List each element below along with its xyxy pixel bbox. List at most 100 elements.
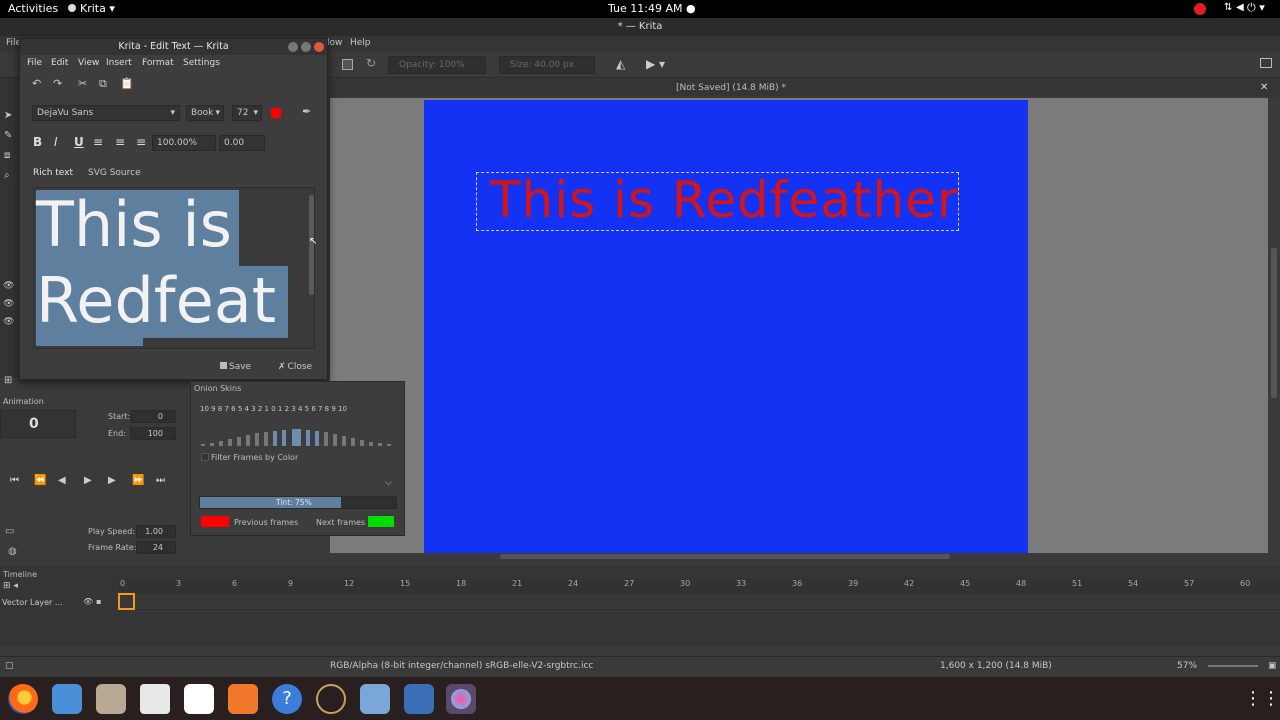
filter-checkbox[interactable] [201, 453, 209, 461]
mirror-vertical-icon[interactable]: ▶ ▾ [646, 57, 665, 71]
opacity-slider[interactable]: Opacity: 100% [388, 56, 486, 74]
minimize-icon[interactable] [288, 42, 298, 52]
onion-opacity-bars[interactable] [199, 422, 397, 446]
timeline-layer-row[interactable] [118, 593, 1280, 610]
first-frame-icon[interactable]: ⏮ [10, 475, 19, 486]
dialog-menu-file[interactable]: File [27, 58, 42, 68]
app-menu[interactable]: Krita ▾ [68, 2, 115, 15]
reload-preset-icon[interactable]: ↻ [366, 56, 376, 70]
document-tab[interactable]: [Not Saved] (14.8 MiB) * ✕ [330, 79, 1280, 97]
layer-visibility-icon[interactable]: 👁 [83, 597, 93, 606]
krita-dock-icon[interactable] [446, 684, 476, 714]
next-keyframe-icon[interactable]: ⏩ [132, 475, 144, 486]
crop-tool-icon[interactable]: ⧈ [4, 150, 10, 161]
dialog-menu-insert[interactable]: Insert [106, 58, 132, 68]
rhythmbox-icon[interactable] [140, 684, 170, 714]
libreoffice-writer-icon[interactable] [184, 684, 214, 714]
align-right-icon[interactable]: ≡ [136, 135, 146, 149]
tab-rich-text[interactable]: Rich text [33, 168, 73, 178]
workspace-icon[interactable] [1260, 58, 1272, 68]
cut-icon[interactable]: ✂ [78, 77, 87, 90]
rich-text-editor[interactable]: This is Redfeat [33, 187, 315, 349]
image-editor-icon[interactable] [360, 684, 390, 714]
clock[interactable]: Tue 11:49 AM ● [608, 2, 696, 15]
help-icon[interactable]: ? [272, 684, 302, 714]
zoom-tool-icon[interactable]: ⌕ [4, 170, 10, 181]
canvas-text-shape[interactable]: This is Redfeather [490, 171, 959, 229]
copy-icon[interactable]: ⧉ [99, 77, 107, 91]
last-frame-icon[interactable]: ⏭ [156, 475, 165, 486]
start-frame-spinbox[interactable]: 0 [130, 410, 176, 423]
underline-button[interactable]: U [74, 135, 84, 149]
software-center-icon[interactable] [228, 684, 258, 714]
files-icon[interactable] [96, 684, 126, 714]
canvas[interactable] [424, 100, 1028, 553]
dialog-menu-view[interactable]: View [78, 58, 99, 68]
line-height-spinbox[interactable]: 100.00% [152, 135, 216, 151]
next-frames-color-swatch[interactable] [368, 516, 394, 527]
add-layer-icon[interactable]: ⊞ ◂ [3, 581, 18, 591]
transfer-app-icon[interactable] [404, 684, 434, 714]
bold-button[interactable]: B [33, 135, 42, 149]
dialog-menu-format[interactable]: Format [142, 58, 174, 68]
italic-button[interactable]: I [54, 135, 58, 149]
letter-spacing-spinbox[interactable]: 0.00 [219, 135, 265, 151]
maximize-icon[interactable] [301, 42, 311, 52]
mirror-horizontal-icon[interactable]: ◭ [616, 57, 625, 71]
editor-scrollbar[interactable] [308, 187, 316, 349]
font-style-select[interactable]: Book ▾ [186, 105, 224, 121]
tab-svg-source[interactable]: SVG Source [88, 168, 141, 178]
zoom-level[interactable]: 57% [1177, 661, 1197, 671]
resize-grip-icon[interactable]: ▣ [1268, 661, 1277, 671]
eyedropper-icon[interactable]: ✒ [302, 105, 311, 118]
layer-visibility-icon[interactable]: 👁 [3, 317, 14, 327]
firefox-icon[interactable] [8, 684, 38, 714]
play-icon[interactable]: ▶ [84, 475, 92, 486]
onion-skin-icon[interactable]: ◍ [8, 546, 17, 557]
layer-visibility-icon[interactable]: 👁 [3, 299, 14, 309]
close-button[interactable]: ✗ Close [278, 362, 312, 372]
show-applications-icon[interactable]: ⋮⋮ [1244, 684, 1280, 714]
save-button[interactable]: Save [220, 362, 251, 372]
undo-icon[interactable]: ↶ [32, 77, 41, 90]
select-tool-icon[interactable]: ➤ [4, 110, 12, 121]
drop-frames-icon[interactable]: ▭ [5, 526, 14, 537]
current-frame-marker[interactable] [118, 593, 135, 610]
volume-icon[interactable]: ◀ [1236, 2, 1244, 13]
close-icon[interactable] [314, 42, 324, 52]
current-frame-spinbox[interactable]: 0 [0, 410, 76, 438]
font-family-select[interactable]: DejaVu Sans ▾ [32, 105, 180, 121]
layer-visibility-icon[interactable]: 👁 [3, 281, 14, 291]
frame-rate-spinbox[interactable]: 24 [136, 541, 176, 554]
timeline-layer-name[interactable]: Vector Layer ... [2, 598, 63, 607]
add-layer-icon[interactable]: ⊞ [4, 375, 12, 386]
filter-expand-icon[interactable]: ⌵ [385, 478, 392, 488]
menu-window[interactable]: low [327, 38, 342, 48]
redo-icon[interactable]: ↷ [53, 77, 62, 90]
tint-slider[interactable]: Tint: 75% [199, 496, 397, 509]
network-icon[interactable]: ⇅ [1224, 2, 1232, 13]
layer-lock-icon[interactable]: ▪ [96, 597, 101, 606]
zoom-slider[interactable] [1208, 665, 1258, 667]
paste-icon[interactable]: 📋 [120, 77, 134, 90]
size-slider[interactable]: Size: 40.00 px [499, 56, 595, 74]
dialog-menu-edit[interactable]: Edit [51, 58, 68, 68]
crosshair-app-icon[interactable] [316, 684, 346, 714]
menu-help[interactable]: Help [350, 38, 371, 48]
previous-frames-color-swatch[interactable] [201, 516, 229, 527]
previous-keyframe-icon[interactable]: ⏪ [34, 475, 46, 486]
play-speed-spinbox[interactable]: 1.00 [136, 525, 176, 538]
brush-tool-icon[interactable]: ✎ [4, 130, 12, 141]
close-document-icon[interactable]: ✕ [1260, 82, 1268, 93]
canvas-vertical-scrollbar[interactable] [1269, 98, 1279, 553]
dialog-menu-settings[interactable]: Settings [183, 58, 220, 68]
erase-mode-icon[interactable] [342, 59, 353, 70]
align-center-icon[interactable]: ≡ [115, 135, 125, 149]
end-frame-spinbox[interactable]: 100 [130, 427, 176, 440]
thunderbird-icon[interactable] [52, 684, 82, 714]
next-frame-icon[interactable]: ▶ [108, 475, 116, 486]
record-indicator-icon[interactable] [1194, 3, 1206, 15]
align-left-icon[interactable]: ≡ [93, 135, 103, 149]
previous-frame-icon[interactable]: ◀ [58, 475, 66, 486]
power-icon[interactable]: ⏻ ▾ [1247, 1, 1265, 15]
